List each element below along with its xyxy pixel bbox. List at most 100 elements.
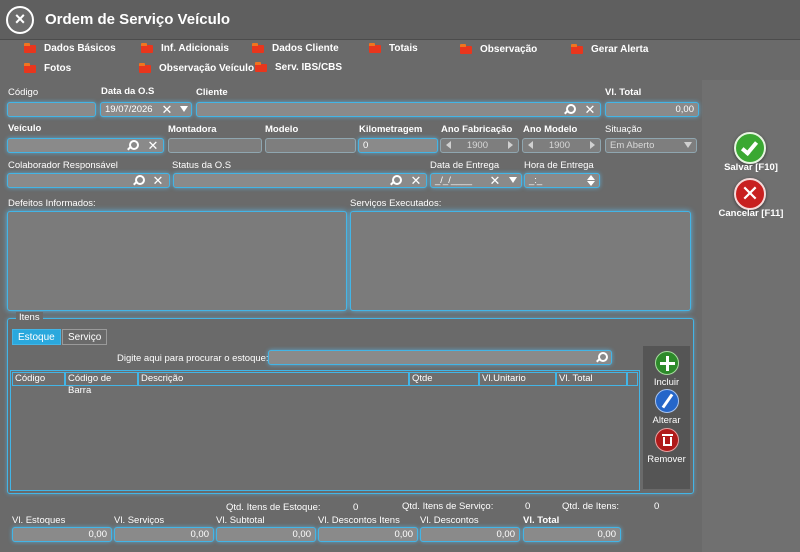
incluir-label: Incluir bbox=[653, 377, 680, 388]
column-header[interactable]: Código bbox=[12, 372, 65, 386]
chevron-down-icon[interactable] bbox=[684, 142, 692, 148]
column-header[interactable]: Vl.Unitario bbox=[479, 372, 556, 386]
codigo-label: Código bbox=[8, 87, 39, 98]
tab-dados-cliente[interactable]: Dados Cliente bbox=[252, 40, 339, 56]
kilometragem-label: Kilometragem bbox=[359, 124, 423, 135]
data-entrega-label: Data de Entrega bbox=[430, 160, 500, 171]
situacao-select[interactable]: Em Aberto bbox=[605, 138, 697, 153]
increment-icon[interactable] bbox=[590, 141, 595, 149]
cancelar-label: Cancelar [F11] bbox=[718, 208, 784, 219]
decrement-icon[interactable] bbox=[446, 141, 451, 149]
column-header[interactable]: Código de Barra bbox=[65, 372, 138, 396]
folder-icon bbox=[252, 43, 264, 53]
title-bar: × Ordem de Serviço Veículo bbox=[0, 0, 800, 40]
modelo-field bbox=[265, 138, 356, 153]
situacao-label: Situação bbox=[605, 124, 642, 135]
montadora-field bbox=[168, 138, 262, 153]
incluir-button[interactable] bbox=[655, 351, 679, 375]
qtd-servico-label: Qtd. Itens de Serviço: bbox=[402, 501, 494, 512]
remover-button[interactable] bbox=[655, 428, 679, 452]
codigo-field[interactable] bbox=[7, 102, 96, 117]
salvar-label: Salvar [F10] bbox=[724, 162, 778, 173]
qtd-estoque-label: Qtd. Itens de Estoque: bbox=[226, 502, 321, 513]
column-header[interactable]: Descrição bbox=[138, 372, 409, 386]
vl-estoques-label: Vl. Estoques bbox=[12, 515, 66, 526]
column-header[interactable]: Qtde bbox=[409, 372, 479, 386]
hora-entrega-field[interactable]: _:_ bbox=[524, 173, 600, 188]
chevron-down-icon[interactable] bbox=[509, 177, 517, 183]
ano-fabricacao-stepper[interactable]: 1900 bbox=[440, 138, 519, 153]
chevron-up-icon[interactable] bbox=[587, 175, 595, 180]
folder-icon bbox=[369, 43, 381, 53]
clear-icon[interactable]: ✕ bbox=[161, 103, 173, 116]
ano-fabricacao-label: Ano Fabricação bbox=[441, 124, 513, 135]
veiculo-field[interactable]: ✕ bbox=[7, 138, 164, 153]
folder-icon bbox=[255, 62, 267, 72]
column-header-empty bbox=[627, 372, 638, 386]
colaborador-label: Colaborador Responsável bbox=[8, 160, 118, 171]
chevron-down-icon[interactable] bbox=[180, 106, 188, 112]
vl-total-footer-label: Vl. Total bbox=[523, 515, 560, 526]
folder-icon bbox=[24, 43, 36, 53]
column-header[interactable]: Vl. Total bbox=[556, 372, 627, 386]
increment-icon[interactable] bbox=[508, 141, 513, 149]
search-icon[interactable] bbox=[595, 352, 608, 364]
clear-icon[interactable]: ✕ bbox=[489, 174, 501, 187]
folder-icon bbox=[460, 44, 472, 54]
ano-modelo-stepper[interactable]: 1900 bbox=[522, 138, 601, 153]
search-icon[interactable] bbox=[126, 140, 139, 152]
search-icon[interactable] bbox=[563, 104, 576, 116]
vl-subtotal-label: Vl. Subtotal bbox=[216, 515, 265, 526]
item-actions-panel: Incluir Alterar Remover bbox=[643, 346, 690, 489]
cancelar-button[interactable]: ✕ bbox=[734, 178, 766, 210]
tab-servico[interactable]: Serviço bbox=[62, 329, 108, 345]
vl-descontos-itens-label: Vl. Descontos Itens bbox=[318, 515, 400, 526]
clear-icon[interactable]: ✕ bbox=[410, 174, 422, 187]
remover-label: Remover bbox=[647, 454, 686, 465]
colaborador-field[interactable]: ✕ bbox=[7, 173, 170, 188]
data-os-field[interactable]: 19/07/2026 ✕ bbox=[100, 102, 192, 117]
cliente-field[interactable]: ✕ bbox=[196, 102, 601, 117]
search-icon[interactable] bbox=[389, 175, 402, 187]
decrement-icon[interactable] bbox=[528, 141, 533, 149]
cancel-icon: ✕ bbox=[740, 181, 760, 206]
tab-estoque[interactable]: Estoque bbox=[12, 329, 61, 345]
servicos-executados-textarea[interactable] bbox=[350, 211, 691, 311]
tab-observacao[interactable]: Observação bbox=[460, 41, 537, 57]
veiculo-label: Veículo bbox=[8, 123, 42, 134]
itens-grid[interactable]: Código Código de Barra Descrição Qtde Vl… bbox=[10, 370, 640, 491]
search-icon[interactable] bbox=[132, 175, 145, 187]
itens-group-label: Itens bbox=[16, 312, 43, 323]
tab-serv-ibs-cbs[interactable]: Serv. IBS/CBS bbox=[255, 59, 342, 75]
tab-dados-basicos[interactable]: Dados Básicos bbox=[24, 40, 116, 56]
qtd-servico-value: 0 bbox=[525, 501, 531, 512]
search-estoque-label: Digite aqui para procurar o estoque: bbox=[117, 353, 269, 364]
tab-gerar-alerta[interactable]: Gerar Alerta bbox=[571, 41, 648, 57]
close-button[interactable]: × bbox=[6, 6, 34, 34]
tab-observacao-veiculo[interactable]: Observação Veículo bbox=[139, 60, 254, 76]
defeitos-textarea[interactable] bbox=[7, 211, 347, 311]
salvar-button[interactable] bbox=[734, 132, 766, 164]
cliente-label: Cliente bbox=[196, 87, 228, 98]
vl-descontos-field: 0,00 bbox=[420, 527, 520, 542]
check-icon bbox=[740, 137, 759, 157]
alterar-button[interactable] bbox=[655, 389, 679, 413]
window-title: Ordem de Serviço Veículo bbox=[45, 11, 231, 28]
clear-icon[interactable]: ✕ bbox=[584, 103, 596, 116]
tab-fotos[interactable]: Fotos bbox=[24, 60, 71, 76]
chevron-down-icon[interactable] bbox=[587, 181, 595, 186]
tab-inf-adicionais[interactable]: Inf. Adicionais bbox=[141, 40, 229, 56]
vl-total-field: 0,00 bbox=[605, 102, 699, 117]
status-os-field[interactable]: ✕ bbox=[173, 173, 427, 188]
folder-icon bbox=[139, 63, 151, 73]
clear-icon[interactable]: ✕ bbox=[147, 139, 159, 152]
defeitos-label: Defeitos Informados: bbox=[8, 198, 96, 209]
search-estoque-input[interactable] bbox=[268, 350, 612, 365]
clear-icon[interactable]: ✕ bbox=[152, 174, 164, 187]
folder-icon bbox=[141, 43, 153, 53]
kilometragem-field[interactable]: 0 bbox=[358, 138, 438, 153]
data-entrega-field[interactable]: _/_/____ ✕ bbox=[430, 173, 522, 188]
tab-totais[interactable]: Totais bbox=[369, 40, 418, 56]
vl-descontos-itens-field: 0,00 bbox=[318, 527, 418, 542]
qtd-estoque-value: 0 bbox=[353, 502, 359, 513]
